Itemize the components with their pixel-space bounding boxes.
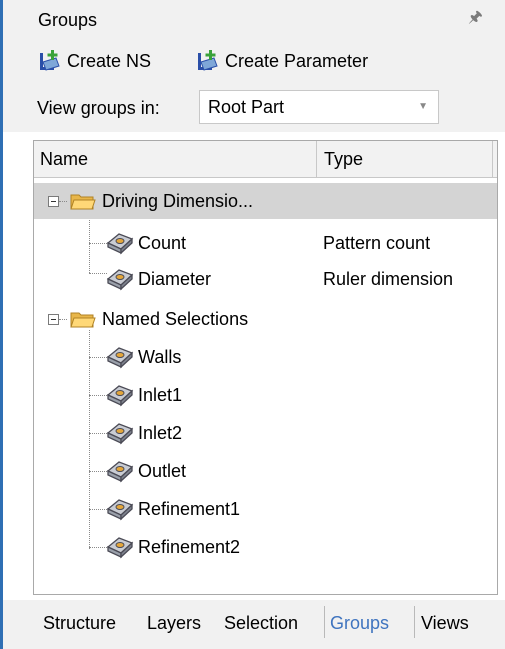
item-type: Ruler dimension [323, 269, 454, 289]
tab-selection[interactable]: Selection [224, 613, 298, 634]
dimension-icon [106, 233, 134, 255]
tree-line [59, 201, 67, 202]
create-ns-label: Create NS [67, 50, 152, 71]
create-ns-button[interactable]: Create NS [37, 48, 151, 74]
bottom-tab-strip: Structure Layers Selection Groups Views [3, 600, 505, 649]
item-name: Count [138, 233, 187, 253]
column-header-type[interactable]: Type [324, 149, 363, 170]
toolbar: Create NS Create Parameter [3, 38, 505, 82]
item-name: Diameter [138, 269, 212, 289]
item-type: Pattern count [323, 233, 431, 253]
named-selection-icon [106, 461, 134, 483]
tab-divider [324, 606, 325, 638]
tree-item-row[interactable]: Refinement1 [34, 491, 497, 527]
create-parameter-button[interactable]: Create Parameter [195, 48, 368, 74]
tab-views[interactable]: Views [421, 613, 469, 634]
view-groups-dropdown[interactable]: Root Part ▼ [199, 90, 439, 124]
view-groups-label: View groups in: [37, 98, 160, 118]
tab-layers[interactable]: Layers [147, 613, 201, 634]
collapse-icon[interactable] [48, 314, 59, 325]
tree-group-row[interactable]: Driving Dimensio... [34, 183, 497, 219]
group-label: Driving Dimensio... [102, 191, 254, 211]
add-group-icon [40, 50, 60, 71]
group-label: Named Selections [102, 309, 249, 329]
item-name: Walls [138, 347, 182, 367]
tree-item-row[interactable]: Outlet [34, 453, 497, 489]
item-name: Inlet1 [138, 385, 183, 405]
view-groups-value: Root Part [208, 97, 285, 117]
named-selection-icon [106, 423, 134, 445]
create-parameter-label: Create Parameter [225, 50, 369, 71]
tab-groups[interactable]: Groups [330, 613, 389, 634]
tree-item-row[interactable]: Diameter Ruler dimension [34, 261, 497, 297]
groups-tree: Name Type Driving Dimensio... Count Patt… [33, 140, 498, 595]
dimension-icon [106, 269, 134, 291]
chevron-down-icon: ▼ [418, 101, 428, 112]
column-divider [316, 141, 317, 177]
item-name: Refinement1 [138, 499, 241, 519]
add-parameter-icon [198, 50, 218, 71]
tree-item-row[interactable]: Refinement2 [34, 529, 497, 565]
column-divider [492, 141, 493, 177]
panel-titlebar: Groups 🖈 [3, 0, 505, 38]
tree-header: Name Type [34, 141, 497, 178]
item-name: Outlet [138, 461, 187, 481]
panel-title: Groups [38, 10, 98, 30]
tree-item-row[interactable]: Inlet1 [34, 377, 497, 413]
tree-group-row[interactable]: Named Selections [34, 301, 497, 337]
tree-item-row[interactable]: Inlet2 [34, 415, 497, 451]
item-name: Refinement2 [138, 537, 241, 557]
named-selection-icon [106, 385, 134, 407]
column-header-name[interactable]: Name [40, 149, 88, 170]
named-selection-icon [106, 537, 134, 559]
named-selection-icon [106, 499, 134, 521]
collapse-icon[interactable] [48, 196, 59, 207]
folder-icon [70, 312, 96, 328]
view-groups-row: View groups in: Root Part ▼ [3, 82, 505, 132]
tree-item-row[interactable]: Walls [34, 339, 497, 375]
tab-divider [414, 606, 415, 638]
pin-icon[interactable]: 🖈 [468, 6, 483, 33]
tree-line [59, 319, 67, 320]
folder-icon [70, 194, 96, 210]
item-name: Inlet2 [138, 423, 183, 443]
named-selection-icon [106, 347, 134, 369]
tree-item-row[interactable]: Count Pattern count [34, 225, 497, 261]
groups-panel: Groups 🖈 Create NS Create Parameter View… [3, 0, 505, 649]
tab-structure[interactable]: Structure [43, 613, 116, 634]
